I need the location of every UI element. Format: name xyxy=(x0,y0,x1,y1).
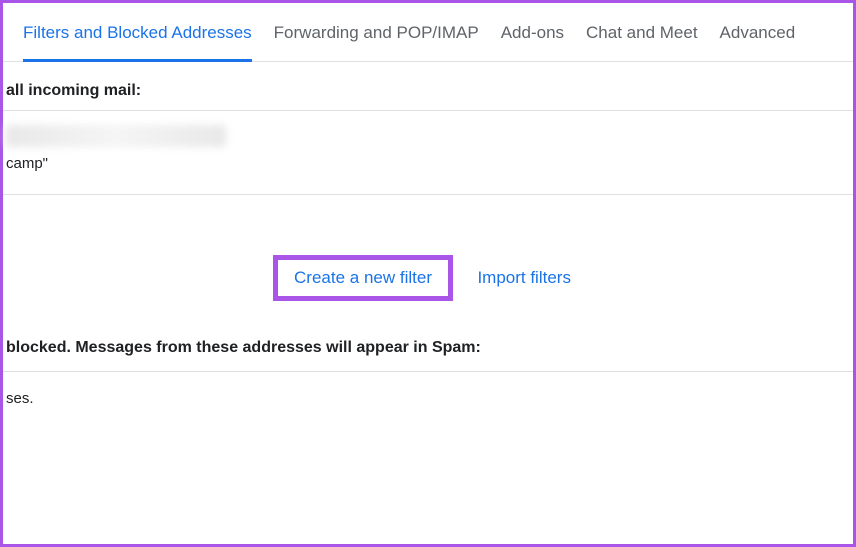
import-filters-link[interactable]: Import filters xyxy=(465,262,583,294)
settings-tabs: Filters and Blocked Addresses Forwarding… xyxy=(3,3,853,62)
blocked-addresses-area: ses. xyxy=(3,371,853,425)
existing-filter-row: camp" xyxy=(3,110,853,195)
create-filter-link[interactable]: Create a new filter xyxy=(282,262,444,294)
blocked-heading: blocked. Messages from these addresses w… xyxy=(3,321,853,371)
filters-heading: all incoming mail: xyxy=(3,62,853,110)
blocked-text-fragment: ses. xyxy=(6,390,34,407)
filter-actions: Create a new filter Import filters xyxy=(3,195,853,321)
tab-addons[interactable]: Add-ons xyxy=(501,23,564,61)
settings-content: all incoming mail: camp" Create a new fi… xyxy=(3,62,853,425)
tab-chat[interactable]: Chat and Meet xyxy=(586,23,698,61)
filter-criteria-text: camp" xyxy=(6,155,850,172)
tab-advanced[interactable]: Advanced xyxy=(720,23,796,61)
annotation-highlight: Create a new filter xyxy=(273,255,453,301)
tab-filters[interactable]: Filters and Blocked Addresses xyxy=(23,23,252,62)
redacted-filter-address xyxy=(6,125,226,147)
tab-forwarding[interactable]: Forwarding and POP/IMAP xyxy=(274,23,479,61)
